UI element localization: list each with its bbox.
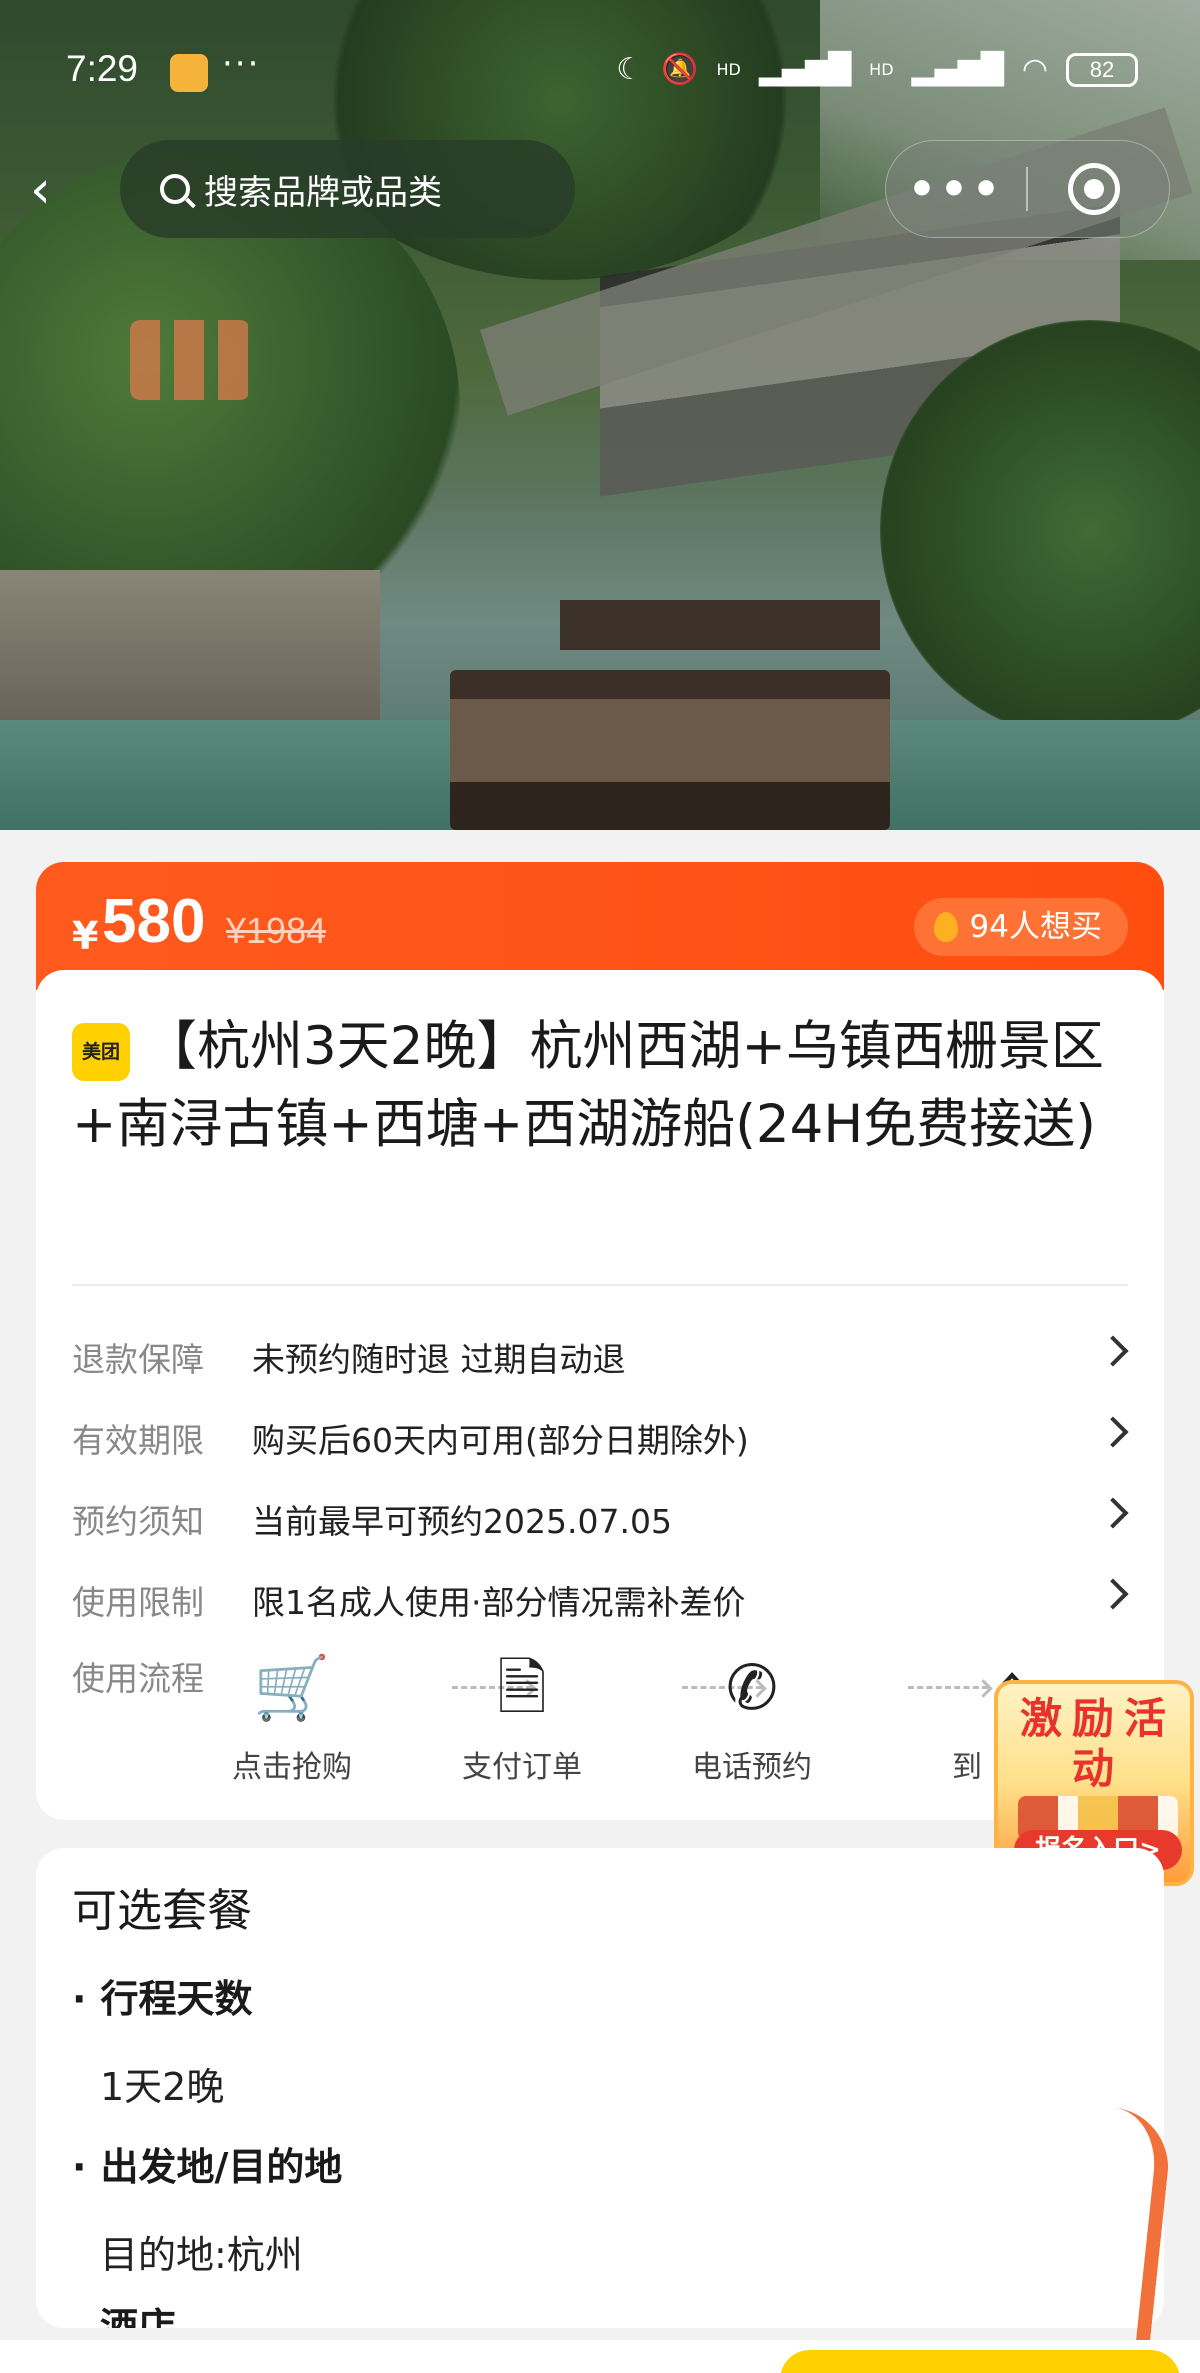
- wants-count: 94人想买: [969, 909, 1102, 945]
- more-button[interactable]: •••: [886, 164, 1026, 215]
- chevron-right-icon: [1097, 1497, 1129, 1529]
- miniprogram-capsule: •••: [885, 140, 1170, 238]
- flow-step: ✆ 电话预约: [672, 1642, 832, 1786]
- flow-step-label: 点击抢购: [232, 1750, 352, 1785]
- status-indicators: ☾ 🔕 HD ▂▄▆█ HD ▂▄▆█ ◠ 82: [616, 52, 1138, 87]
- signal-icon: ▂▄▆█: [758, 52, 852, 87]
- signal-icon: ▂▄▆█: [911, 52, 1004, 87]
- info-row-booking[interactable]: 预约须知 当前最早可预约2025.07.05: [72, 1478, 1129, 1559]
- package-heading: 可选套餐: [72, 1884, 253, 1937]
- signal-hd-label: HD: [716, 60, 741, 79]
- product-title-text: 【杭州3天2晚】杭州西湖+乌镇西栅景区+南浔古镇+西塘+西湖游船(24H免费接送…: [72, 1016, 1104, 1155]
- info-value: 购买后60天内可用(部分日期除外): [252, 1420, 749, 1460]
- flow-step-label: 支付订单: [462, 1750, 582, 1785]
- info-value: 当前最早可预约2025.07.05: [252, 1501, 672, 1541]
- info-value: 未预约随时退 过期自动退: [252, 1339, 626, 1379]
- info-rows: 退款保障 未预约随时退 过期自动退 有效期限 购买后60天内可用(部分日期除外)…: [72, 1316, 1129, 1640]
- wants-badge: 94人想买: [913, 898, 1128, 956]
- package-option[interactable]: 1天2晚: [100, 2056, 224, 2111]
- wifi-icon: ◠: [1021, 52, 1048, 87]
- hero-lanterns: [130, 320, 250, 400]
- product-details: 美团 【杭州3天2晚】杭州西湖+乌镇西栅景区+南浔古镇+西塘+西湖游船(24H免费…: [36, 970, 1164, 1800]
- phone-icon: ✆: [726, 1651, 778, 1724]
- chevron-right-icon: [1097, 1578, 1129, 1610]
- mute-icon: 🔕: [661, 52, 699, 87]
- usage-flow: 使用流程 🛒 点击抢购 🗎 支付订单 ✆ 电话预约 ⌂ 到: [72, 1642, 1128, 1792]
- info-label: 使用限制: [72, 1582, 204, 1622]
- info-label: 退款保障: [72, 1339, 204, 1379]
- info-row-limits[interactable]: 使用限制 限1名成人使用·部分情况需补差价: [72, 1559, 1129, 1640]
- status-more-dots: ···: [222, 44, 261, 84]
- info-label: 有效期限: [72, 1420, 204, 1460]
- notification-app-icon: [170, 54, 208, 92]
- package-group-label: 出发地/目的地: [72, 2136, 342, 2191]
- capsule-divider: [1026, 167, 1028, 211]
- search-bar[interactable]: 搜索品牌或品类: [120, 140, 575, 238]
- original-price: ¥1984: [226, 910, 327, 951]
- chevron-left-icon: ‹: [30, 160, 51, 220]
- search-icon: [160, 174, 190, 204]
- chevron-right-icon: [1097, 1335, 1129, 1367]
- signal-hd-label: HD: [869, 60, 894, 79]
- flow-step-label: 电话预约: [692, 1750, 812, 1785]
- divider: [72, 1284, 1128, 1286]
- package-group-label: 酒店: [100, 2305, 177, 2328]
- document-icon: 🗎: [497, 1651, 547, 1724]
- meituan-badge: 美团: [72, 1023, 130, 1081]
- bottom-action-bar: [0, 2340, 1200, 2373]
- moon-icon: ☾: [616, 52, 644, 87]
- info-label: 预约须知: [72, 1501, 204, 1541]
- product-card: ¥ 580 ¥1984 94人想买 美团 【杭州3天2晚】杭州西湖+乌镇西栅景区+…: [36, 862, 1164, 1820]
- buy-button[interactable]: [780, 2350, 1180, 2373]
- hero-boat: [450, 670, 890, 830]
- target-icon: [1084, 179, 1104, 199]
- package-card: 可选套餐 行程天数 1天2晚 出发地/目的地 目的地:杭州 酒店: [36, 1848, 1164, 2328]
- info-row-refund[interactable]: 退款保障 未预约随时退 过期自动退: [72, 1316, 1129, 1397]
- package-option[interactable]: 目的地:杭州: [100, 2224, 303, 2279]
- package-group-label: 行程天数: [72, 1968, 252, 2023]
- hero-boat: [560, 600, 880, 650]
- current-price: 580: [102, 887, 206, 956]
- chevron-right-icon: [1097, 1416, 1129, 1448]
- close-miniprogram-button[interactable]: [1068, 163, 1120, 215]
- info-value: 限1名成人使用·部分情况需补差价: [252, 1582, 746, 1622]
- flow-label: 使用流程: [72, 1659, 204, 1698]
- info-row-validity[interactable]: 有效期限 购买后60天内可用(部分日期除外): [72, 1397, 1129, 1478]
- flow-step: 🗎 支付订单: [442, 1642, 602, 1786]
- currency-symbol: ¥: [72, 914, 99, 958]
- back-button[interactable]: ‹: [30, 160, 80, 220]
- fire-icon: [933, 912, 958, 942]
- battery-icon: 82: [1066, 52, 1138, 87]
- status-time: 7:29: [66, 48, 139, 89]
- promo-title: 激励活动: [1019, 1694, 1176, 1793]
- product-title: 美团 【杭州3天2晚】杭州西湖+乌镇西栅景区+南浔古镇+西塘+西湖游船(24H免费…: [72, 1008, 1132, 1164]
- cart-icon: 🛒: [253, 1651, 331, 1724]
- status-bar: 7:29 ··· ☾ 🔕 HD ▂▄▆█ HD ▂▄▆█ ◠ 82: [0, 0, 1200, 140]
- flow-step: 🛒 点击抢购: [212, 1642, 372, 1786]
- search-placeholder: 搜索品牌或品类: [204, 172, 442, 213]
